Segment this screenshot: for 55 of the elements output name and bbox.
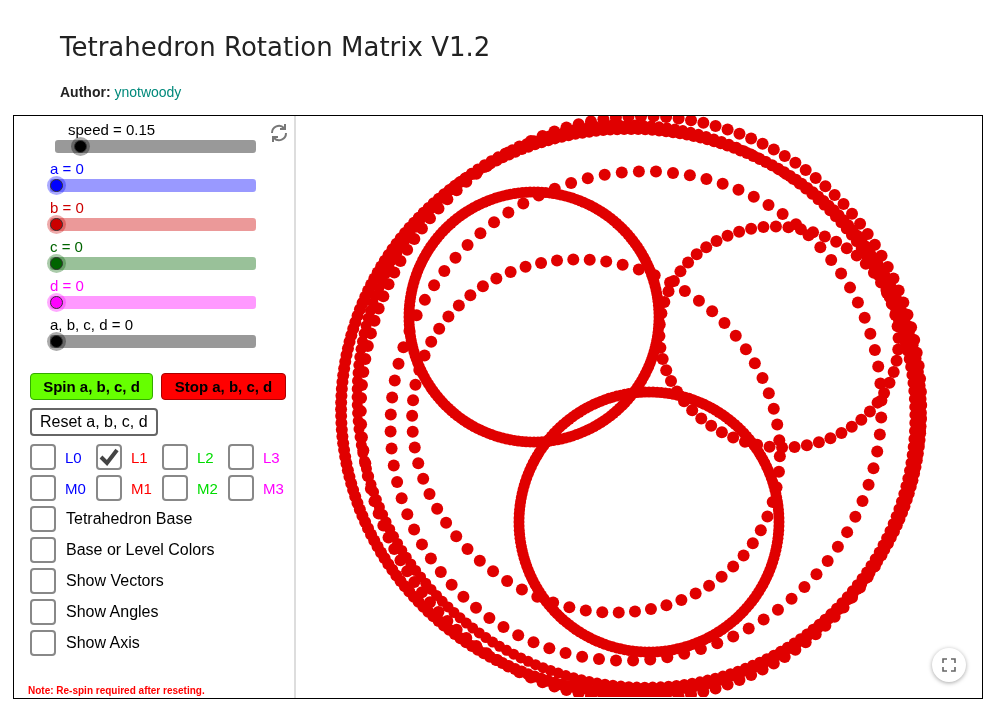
- slider-thumb[interactable]: [50, 179, 63, 192]
- author-label: Author:: [60, 84, 111, 100]
- slider-thumb[interactable]: [73, 140, 87, 153]
- checkbox-label: M0: [65, 479, 86, 497]
- checkbox[interactable]: [30, 630, 56, 656]
- fullscreen-button[interactable]: [932, 648, 966, 682]
- note-text: Note: Re-spin required after reseting.: [28, 685, 205, 696]
- checkbox[interactable]: [96, 475, 122, 501]
- checkbox[interactable]: [228, 444, 254, 470]
- checkbox-label: M2: [197, 479, 218, 497]
- slider-thumb[interactable]: [50, 218, 63, 231]
- checkbox-label: M1: [131, 479, 152, 497]
- slider-track[interactable]: [50, 218, 256, 231]
- slider-thumb[interactable]: [50, 296, 63, 309]
- checkbox[interactable]: [30, 537, 56, 563]
- slider-label: b = 0: [50, 199, 84, 216]
- stop-button[interactable]: Stop a, b, c, d: [161, 373, 286, 400]
- page-title: Tetrahedron Rotation Matrix V1.2: [59, 31, 492, 64]
- slider-thumb[interactable]: [50, 335, 63, 348]
- checkbox-label: L1: [131, 448, 148, 466]
- slider-label: a = 0: [50, 160, 84, 177]
- checkbox[interactable]: [30, 475, 56, 501]
- reset-button[interactable]: Reset a, b, c, d: [30, 408, 158, 436]
- checkbox[interactable]: [228, 475, 254, 501]
- checkbox[interactable]: [30, 444, 56, 470]
- slider-track[interactable]: [50, 296, 256, 309]
- checkbox[interactable]: [30, 599, 56, 625]
- checkbox-label: Base or Level Colors: [66, 541, 215, 559]
- checkbox-label: Tetrahedron Base: [66, 510, 193, 528]
- checkbox[interactable]: [30, 568, 56, 594]
- checkbox-label: Show Vectors: [66, 572, 164, 590]
- checkbox-label: L2: [197, 448, 214, 466]
- checkbox-label: Show Angles: [66, 603, 159, 621]
- slider-track[interactable]: [50, 335, 256, 348]
- slider-track[interactable]: [55, 140, 256, 153]
- checkbox-label: Show Axis: [66, 634, 140, 652]
- checkbox[interactable]: [30, 506, 56, 532]
- slider-track[interactable]: [50, 257, 256, 270]
- slider-thumb[interactable]: [50, 257, 63, 270]
- checkbox-label: M3: [263, 479, 284, 497]
- spin-button[interactable]: Spin a, b, c, d: [30, 373, 153, 400]
- author-link[interactable]: ynotwoody: [114, 84, 182, 100]
- slider-track[interactable]: [50, 179, 256, 192]
- slider-label: a, b, c, d = 0: [50, 316, 133, 333]
- check-icon: [99, 448, 119, 466]
- slider-label: speed = 0.15: [68, 121, 156, 138]
- checkbox-label: L3: [263, 448, 280, 466]
- checkbox-label: L0: [65, 448, 82, 466]
- slider-label: d = 0: [50, 277, 84, 294]
- slider-label: c = 0: [50, 238, 83, 255]
- checkbox[interactable]: [96, 444, 122, 470]
- reset-icon[interactable]: [268, 122, 290, 144]
- checkbox[interactable]: [162, 444, 188, 470]
- fullscreen-icon: [942, 658, 956, 672]
- checkbox[interactable]: [162, 475, 188, 501]
